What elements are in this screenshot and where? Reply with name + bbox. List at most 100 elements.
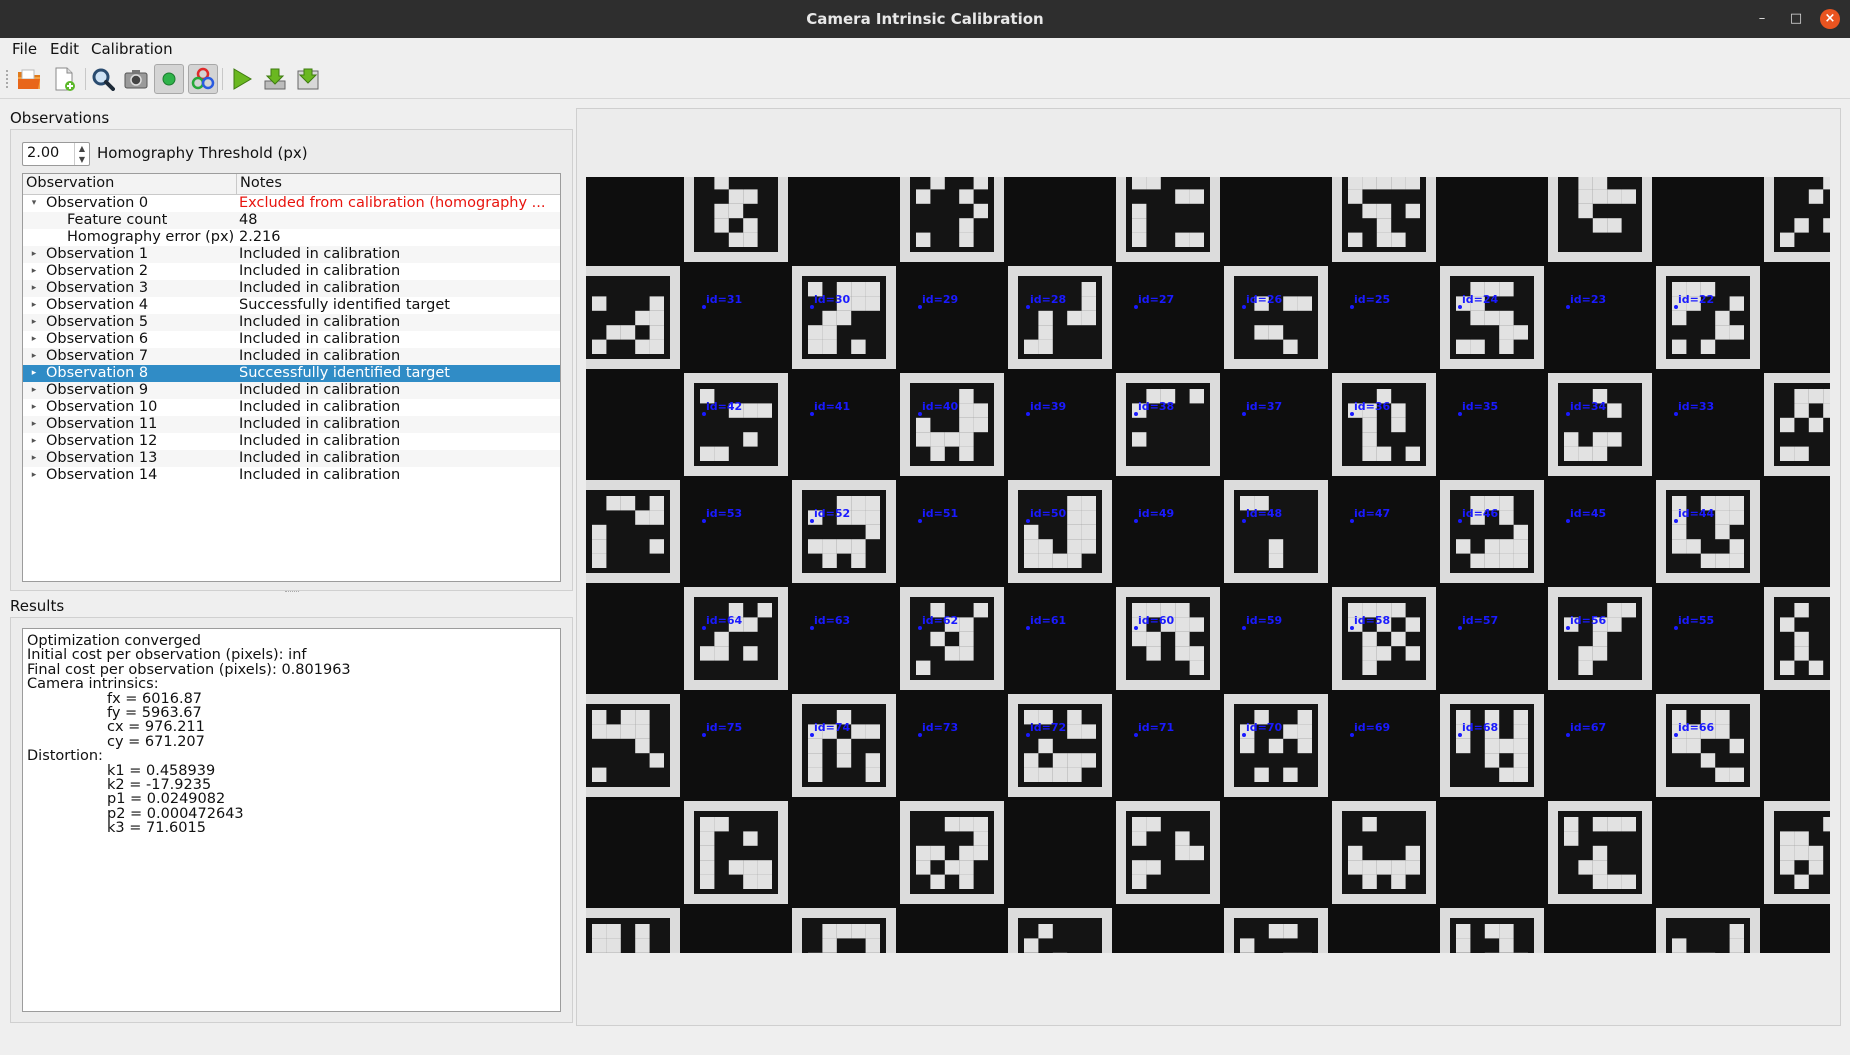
color-circles-icon[interactable] <box>188 64 218 94</box>
marker-id-label: id=55 <box>1678 614 1714 627</box>
aruco-marker <box>1332 177 1436 262</box>
observation-row[interactable]: ▸ Observation 1 Included in calibration <box>23 246 560 263</box>
calibration-image[interactable]: id=31 id=30 id=29 id=28 id=27 id=26 id=25 id=24… <box>586 177 1830 953</box>
collapsed-arrow-icon[interactable]: ▸ <box>29 450 39 467</box>
observation-name: Observation 6 <box>46 331 149 347</box>
observation-row[interactable]: ▸ Observation 5 Included in calibration <box>23 314 560 331</box>
observation-row[interactable]: ▾ Observation 0 Excluded from calibration … <box>23 195 560 212</box>
homography-threshold-spinbox[interactable]: 2.00 ▲ ▼ <box>22 142 90 166</box>
marker-corner-dot <box>810 305 814 309</box>
marker-id-label: id=50 <box>1030 507 1067 520</box>
new-file-icon[interactable] <box>49 64 79 94</box>
marker-id-label: id=62 <box>922 614 958 627</box>
marker-corner-dot <box>1458 733 1462 737</box>
marker-corner-dot <box>810 733 814 737</box>
marker-id-label: id=28 <box>1030 293 1066 306</box>
observation-row[interactable]: ▸ Observation 8 Successfully identified ta… <box>23 365 560 382</box>
observation-note: Included in calibration <box>239 280 401 296</box>
observation-row[interactable]: ▸ Observation 2 Included in calibration <box>23 263 560 280</box>
observation-note: 48 <box>239 212 258 228</box>
marker-corner-dot <box>1350 733 1354 737</box>
expanded-arrow-icon[interactable]: ▾ <box>29 195 39 212</box>
observation-row[interactable]: ▸ Observation 10 Included in calibration <box>23 399 560 416</box>
marker-corner-dot <box>810 626 814 630</box>
spin-arrows-icon[interactable]: ▲ ▼ <box>74 143 89 165</box>
marker-corner-dot <box>1674 626 1678 630</box>
observations-tree[interactable]: Observation Notes ▾ Observation 0 Excluded… <box>22 173 561 582</box>
download-tray-icon[interactable] <box>293 64 323 94</box>
observation-row[interactable]: ▸ Observation 11 Included in calibration <box>23 416 560 433</box>
marker-corner-dot <box>1566 412 1570 416</box>
column-header-observation[interactable]: Observation <box>26 175 114 191</box>
magnifier-icon[interactable] <box>88 64 118 94</box>
observation-name: Observation 5 <box>46 314 149 330</box>
observation-note: Included in calibration <box>239 382 401 398</box>
marker-corner-dot <box>1026 412 1030 416</box>
collapsed-arrow-icon[interactable]: ▸ <box>29 433 39 450</box>
aruco-marker <box>1008 266 1112 369</box>
target-board: id=31 id=30 id=29 id=28 id=27 id=26 id=25 id=24… <box>586 177 1830 953</box>
camera-icon[interactable] <box>121 64 151 94</box>
marker-corner-dot <box>1026 733 1030 737</box>
collapsed-arrow-icon[interactable]: ▸ <box>29 365 39 382</box>
collapsed-arrow-icon[interactable]: ▸ <box>29 314 39 331</box>
collapsed-arrow-icon[interactable]: ▸ <box>29 280 39 297</box>
observation-row[interactable]: ▸ Observation 9 Included in calibration <box>23 382 560 399</box>
observation-row[interactable]: ▸ Observation 3 Included in calibration <box>23 280 560 297</box>
observation-name: Observation 0 <box>46 195 149 211</box>
observation-row[interactable]: ▸ Observation 7 Included in calibration <box>23 348 560 365</box>
marker-id-label: id=36 <box>1354 400 1391 413</box>
collapsed-arrow-icon[interactable]: ▸ <box>29 382 39 399</box>
marker-id-label: id=70 <box>1246 721 1283 734</box>
menu-file[interactable]: File <box>12 40 37 58</box>
marker-corner-dot <box>1242 412 1246 416</box>
collapsed-arrow-icon[interactable]: ▸ <box>29 263 39 280</box>
observation-row[interactable]: ▸ Observation 12 Included in calibration <box>23 433 560 450</box>
observation-name: Observation 8 <box>46 365 149 381</box>
observation-row[interactable]: ▸ Observation 4 Successfully identified ta… <box>23 297 560 314</box>
collapsed-arrow-icon[interactable]: ▸ <box>29 399 39 416</box>
open-folder-icon[interactable] <box>14 64 44 94</box>
collapsed-arrow-icon[interactable]: ▸ <box>29 467 39 484</box>
results-text[interactable]: Optimization converged Initial cost per o… <box>22 628 561 1012</box>
collapsed-arrow-icon[interactable]: ▸ <box>29 348 39 365</box>
aruco-marker <box>1440 908 1544 953</box>
toolbar-grip[interactable] <box>6 70 11 88</box>
download-icon[interactable] <box>260 64 290 94</box>
observation-row[interactable]: ▸ Observation 6 Included in calibration <box>23 331 560 348</box>
minimize-icon[interactable]: – <box>1752 9 1772 29</box>
collapsed-arrow-icon[interactable]: ▸ <box>29 416 39 433</box>
marker-id-label: id=25 <box>1354 293 1390 306</box>
marker-corner-dot <box>1458 519 1462 523</box>
collapsed-arrow-icon[interactable]: ▸ <box>29 331 39 348</box>
column-header-notes[interactable]: Notes <box>240 175 282 191</box>
observation-row[interactable]: ▸ Observation 13 Included in calibration <box>23 450 560 467</box>
play-icon[interactable] <box>227 64 257 94</box>
green-dot-icon[interactable] <box>154 64 184 94</box>
observation-row[interactable]: ▸ Observation 14 Included in calibration <box>23 467 560 484</box>
observation-name: Homography error (px) <box>67 229 235 245</box>
marker-corner-dot <box>1350 519 1354 523</box>
collapsed-arrow-icon[interactable]: ▸ <box>29 297 39 314</box>
aruco-marker <box>1224 480 1328 583</box>
aruco-marker <box>586 694 680 797</box>
observation-note: 2.216 <box>239 229 281 245</box>
marker-id-label: id=63 <box>814 614 850 627</box>
tree-child-row[interactable]: Feature count 48 <box>23 212 560 229</box>
splitter-handle[interactable] <box>285 591 299 596</box>
aruco-marker <box>1656 908 1760 953</box>
marker-corner-dot <box>810 519 814 523</box>
aruco-marker <box>1548 587 1652 690</box>
observation-note: Included in calibration <box>239 416 401 432</box>
marker-corner-dot <box>1566 305 1570 309</box>
collapsed-arrow-icon[interactable]: ▸ <box>29 246 39 263</box>
marker-id-label: id=26 <box>1246 293 1283 306</box>
aruco-marker <box>1440 266 1544 369</box>
restore-icon[interactable]: □ <box>1786 9 1806 29</box>
menu-calibration[interactable]: Calibration <box>91 40 173 58</box>
aruco-marker <box>1764 177 1830 262</box>
close-icon[interactable]: × <box>1820 9 1840 29</box>
tree-child-row[interactable]: Homography error (px) 2.216 <box>23 229 560 246</box>
menu-edit[interactable]: Edit <box>50 40 79 58</box>
toolbar-separator <box>85 68 86 90</box>
